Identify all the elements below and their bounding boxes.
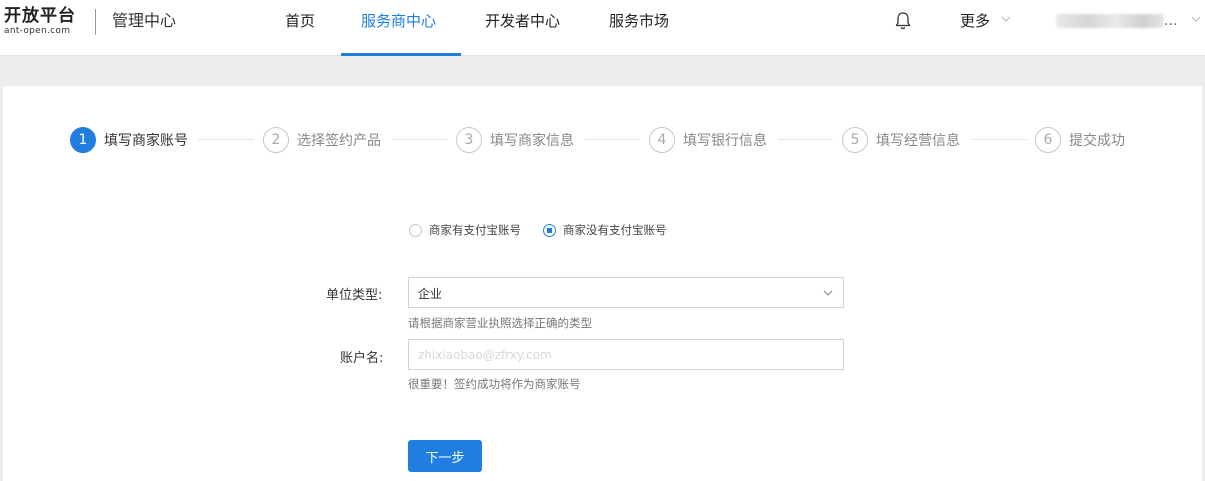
radio-no-alipay-account[interactable]: 商家没有支付宝账号 xyxy=(543,222,667,238)
account-name-hint: 很重要！签约成功将作为商家账号 xyxy=(408,377,581,391)
step-5: 5 填写经营信息 xyxy=(842,126,960,154)
nav-developer-center[interactable]: 开发者中心 xyxy=(485,10,560,32)
step-label: 填写商家账号 xyxy=(104,133,188,149)
chevron-down-icon xyxy=(823,290,833,296)
step-number: 2 xyxy=(263,127,289,153)
unit-type-label: 单位类型: xyxy=(326,288,383,303)
step-2: 2 选择签约产品 xyxy=(263,126,381,154)
radio-circle[interactable] xyxy=(543,223,556,237)
step-4: 4 填写银行信息 xyxy=(649,126,767,154)
account-name-input[interactable] xyxy=(408,339,844,370)
radio-has-alipay-account[interactable]: 商家有支付宝账号 xyxy=(409,222,521,238)
radio-label: 商家没有支付宝账号 xyxy=(563,223,667,237)
next-step-button[interactable]: 下一步 xyxy=(408,440,482,472)
step-number: 5 xyxy=(842,127,868,153)
unit-type-select[interactable]: 企业 xyxy=(408,277,844,308)
logo[interactable]: 开放平台 ant-open.com xyxy=(4,6,76,37)
step-label: 提交成功 xyxy=(1069,133,1125,149)
radio-circle[interactable] xyxy=(409,223,422,237)
step-label: 填写经营信息 xyxy=(876,133,960,149)
redacted-account-name xyxy=(1056,14,1164,28)
step-connector xyxy=(971,139,1027,140)
bell-icon[interactable] xyxy=(894,11,912,31)
step-number: 4 xyxy=(649,127,675,153)
step-3: 3 填写商家信息 xyxy=(456,126,574,154)
active-nav-indicator xyxy=(341,53,461,56)
radio-label: 商家有支付宝账号 xyxy=(429,223,521,237)
logo-subtext: ant-open.com xyxy=(4,26,71,36)
chevron-down-icon xyxy=(1001,16,1011,22)
step-label: 填写银行信息 xyxy=(683,133,767,149)
console-title: 管理中心 xyxy=(112,11,177,30)
top-header: 开放平台 ant-open.com 管理中心 首页 服务商中心 开发者中心 服务… xyxy=(0,0,1205,56)
step-6: 6 提交成功 xyxy=(1035,126,1125,154)
unit-type-hint: 请根据商家营业执照选择正确的类型 xyxy=(408,316,592,330)
more-menu[interactable]: 更多 xyxy=(960,10,990,32)
nav-provider-center[interactable]: 服务商中心 xyxy=(361,10,436,32)
step-number: 3 xyxy=(456,127,482,153)
user-suffix: ... xyxy=(1164,13,1178,29)
logo-text: 开放平台 xyxy=(4,6,76,26)
step-connector xyxy=(778,139,833,140)
step-connector xyxy=(198,139,254,140)
step-1: 1 填写商家账号 xyxy=(70,126,188,154)
logo-divider xyxy=(95,9,96,35)
account-name-label: 账户名: xyxy=(340,351,384,366)
step-label: 填写商家信息 xyxy=(490,133,574,149)
step-connector xyxy=(392,139,447,140)
nav-home[interactable]: 首页 xyxy=(285,10,315,32)
step-label: 选择签约产品 xyxy=(297,133,381,149)
step-number: 6 xyxy=(1035,127,1061,153)
nav-service-market[interactable]: 服务市场 xyxy=(609,10,669,32)
chevron-down-icon xyxy=(1191,16,1201,22)
unit-type-value: 企业 xyxy=(418,287,443,301)
step-number: 1 xyxy=(70,127,96,153)
user-account-menu[interactable]: ... xyxy=(1056,10,1177,32)
step-connector xyxy=(585,139,640,140)
